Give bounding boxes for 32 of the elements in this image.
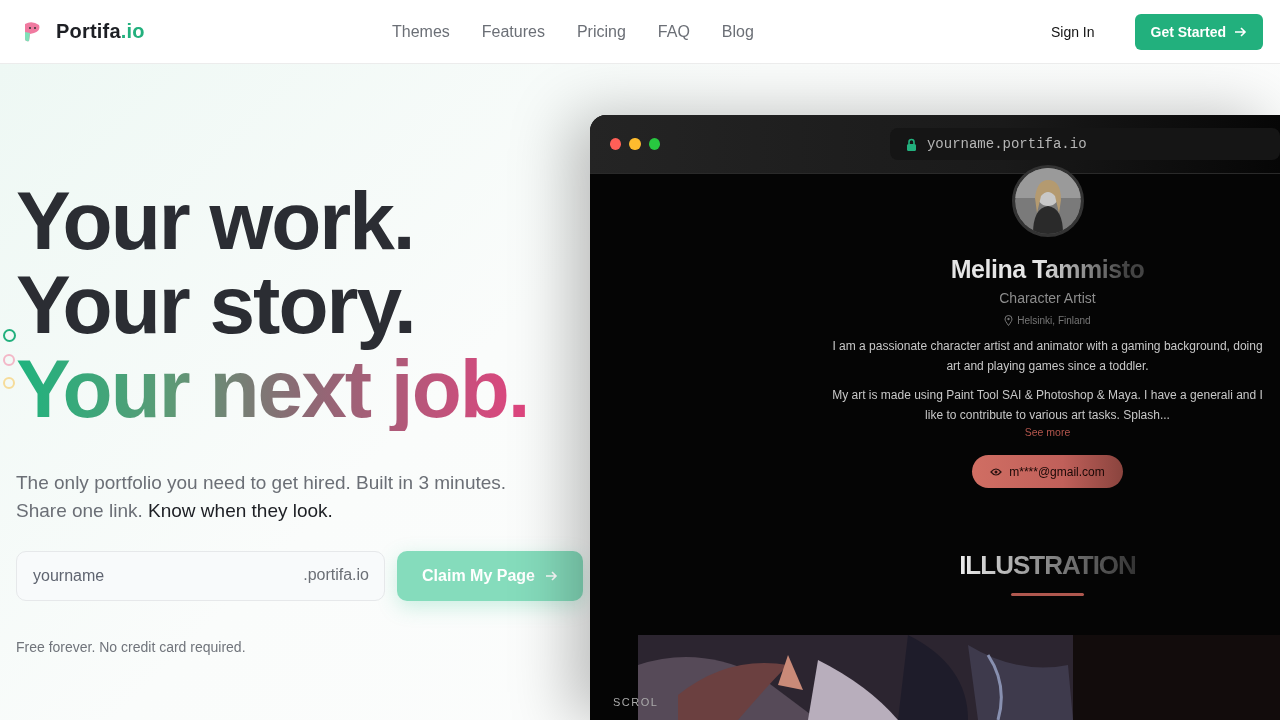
- close-dot-icon[interactable]: [610, 138, 622, 150]
- location-pin-icon: [1004, 315, 1014, 326]
- nav-link[interactable]: FAQ: [657, 22, 690, 41]
- arrow-right-icon: [544, 570, 558, 582]
- headline-line: Your work.: [16, 179, 414, 263]
- ring-icon: [3, 377, 15, 389]
- profile-role: Character Artist: [999, 290, 1096, 306]
- eye-icon: [990, 467, 1003, 476]
- nav-link[interactable]: Blog: [721, 22, 754, 41]
- profile-bio: I am a passionate character artist and animator with a gaming background, doing art and playing games since a toddler.: [831, 338, 1264, 375]
- nav-link[interactable]: Pricing: [576, 22, 626, 41]
- sign-in-link[interactable]: Sign In: [1050, 23, 1095, 40]
- profile-bio: My art is made using Paint Tool SAI & Photoshop & Maya. I have a generali and I like to contribute to various art tasks. Splash...: [831, 387, 1264, 424]
- brand-name[interactable]: Portifa.io: [56, 20, 145, 43]
- hero-note: Free forever. No credit card required.: [16, 639, 247, 655]
- arrow-right-icon: [1234, 25, 1247, 38]
- lock-icon: [905, 137, 917, 151]
- ring-icon: [3, 329, 16, 342]
- scroll-hint: SCROL: [613, 696, 659, 708]
- see-more-link[interactable]: See more: [1024, 426, 1071, 438]
- address-bar[interactable]: yourname.portifa.io: [889, 128, 1280, 160]
- ring-icon: [3, 354, 15, 366]
- logo-icon: [22, 20, 42, 43]
- email-reveal-button[interactable]: m****@gmail.com: [972, 455, 1123, 488]
- get-started-button[interactable]: Get Started: [1134, 13, 1263, 50]
- nav-link[interactable]: Themes: [392, 22, 450, 41]
- maximize-dot-icon[interactable]: [648, 138, 660, 150]
- hero-subtitle: The only portfolio you need to get hired. Built in 3 minutes. Share one link. Know when they look.: [16, 471, 508, 523]
- nav-link[interactable]: Features: [481, 22, 545, 41]
- profile-location: Helsinki, Finland: [1017, 315, 1091, 326]
- minimize-dot-icon[interactable]: [629, 138, 641, 150]
- domain-suffix: .portifa.io: [303, 566, 369, 584]
